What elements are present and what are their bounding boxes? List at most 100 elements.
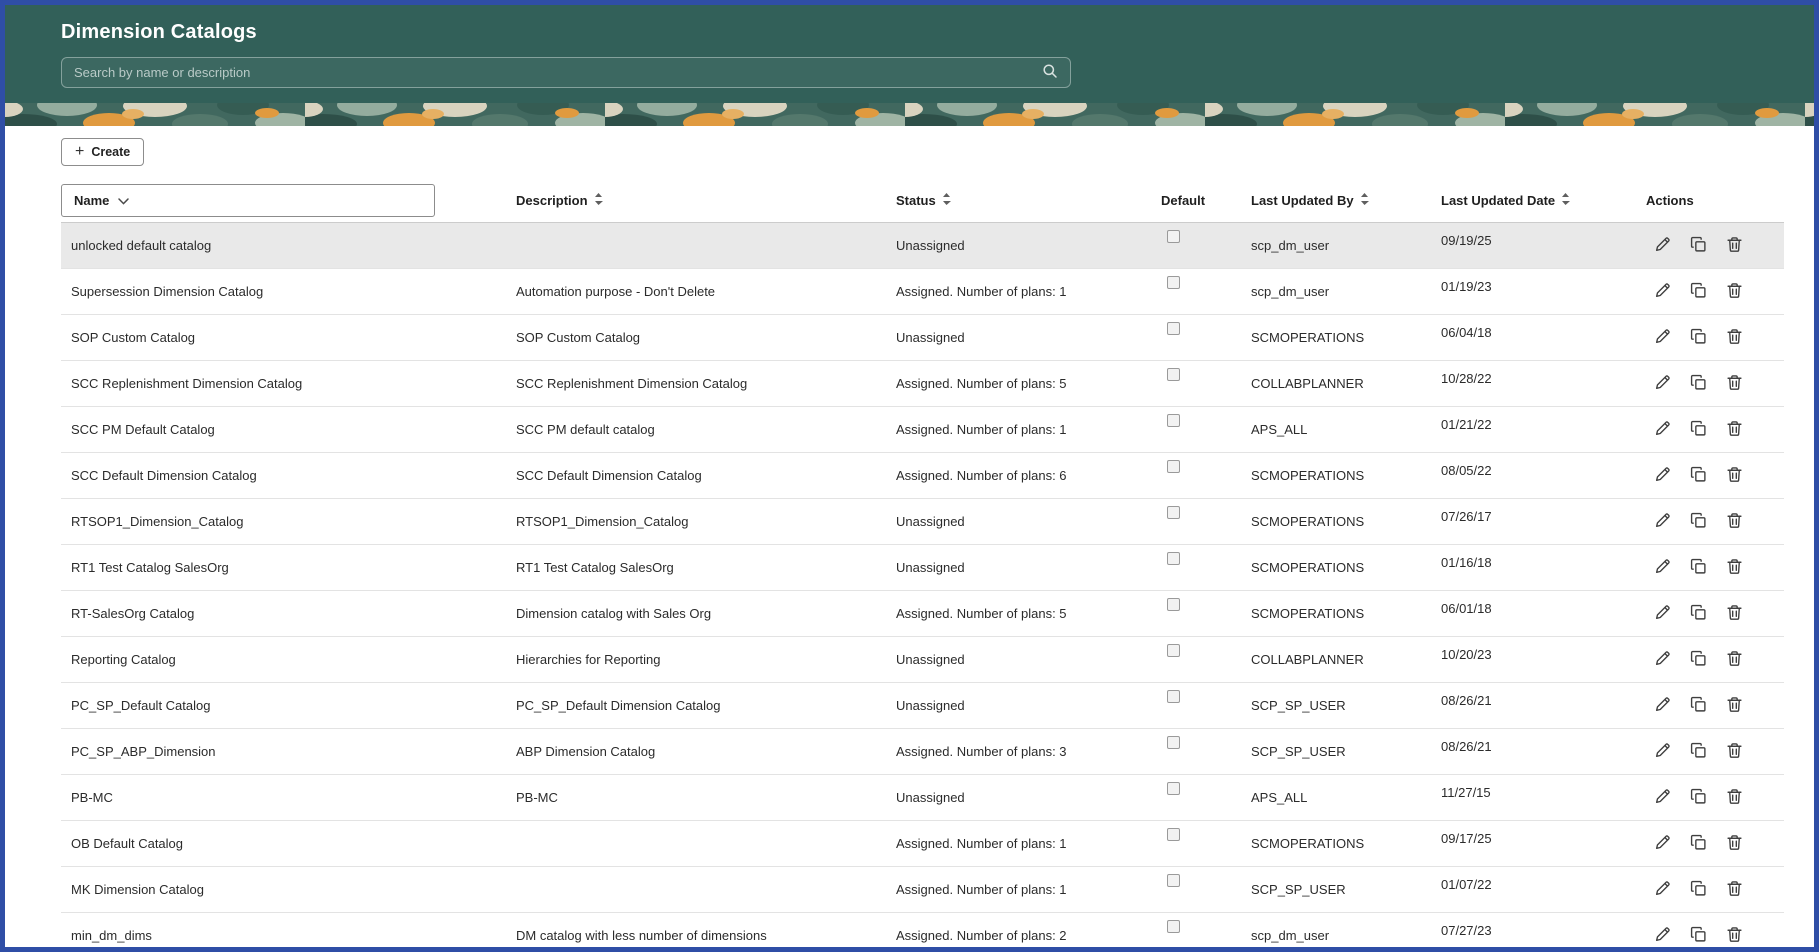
default-checkbox[interactable] — [1167, 414, 1180, 427]
edit-button[interactable] — [1652, 418, 1673, 442]
cell-actions — [1646, 418, 1784, 442]
column-header-name[interactable]: Name — [61, 184, 516, 217]
edit-button[interactable] — [1652, 556, 1673, 580]
table-row[interactable]: PB-MC PB-MC Unassigned APS_ALL 11/27/15 — [61, 775, 1784, 821]
table-row[interactable]: PC_SP_ABP_Dimension ABP Dimension Catalo… — [61, 729, 1784, 775]
table-row[interactable]: SCC Replenishment Dimension Catalog SCC … — [61, 361, 1784, 407]
edit-button[interactable] — [1652, 786, 1673, 810]
edit-button[interactable] — [1652, 234, 1673, 258]
delete-button[interactable] — [1724, 418, 1745, 442]
default-checkbox[interactable] — [1167, 506, 1180, 519]
duplicate-button[interactable] — [1688, 464, 1709, 488]
create-button[interactable]: + Create — [61, 138, 145, 166]
table-row[interactable]: unlocked default catalog Unassigned scp_… — [61, 223, 1784, 269]
default-checkbox[interactable] — [1167, 644, 1180, 657]
default-checkbox[interactable] — [1167, 322, 1180, 335]
duplicate-button[interactable] — [1688, 832, 1709, 856]
column-header-last-updated-by[interactable]: Last Updated By — [1251, 192, 1441, 209]
column-header-last-updated-date[interactable]: Last Updated Date — [1441, 192, 1646, 209]
edit-button[interactable] — [1652, 924, 1673, 948]
default-checkbox[interactable] — [1167, 368, 1180, 381]
edit-button[interactable] — [1652, 280, 1673, 304]
delete-button[interactable] — [1724, 510, 1745, 534]
delete-button[interactable] — [1724, 924, 1745, 948]
edit-button[interactable] — [1652, 832, 1673, 856]
default-checkbox[interactable] — [1167, 920, 1180, 933]
cell-last-updated-date: 10/28/22 — [1441, 371, 1492, 386]
table-row[interactable]: RT1 Test Catalog SalesOrg RT1 Test Catal… — [61, 545, 1784, 591]
table-row[interactable]: SOP Custom Catalog SOP Custom Catalog Un… — [61, 315, 1784, 361]
duplicate-button[interactable] — [1688, 510, 1709, 534]
duplicate-button[interactable] — [1688, 234, 1709, 258]
column-header-status[interactable]: Status — [896, 192, 1161, 209]
default-checkbox[interactable] — [1167, 460, 1180, 473]
delete-button[interactable] — [1724, 740, 1745, 764]
cell-description: PC_SP_Default Dimension Catalog — [516, 698, 721, 713]
delete-button[interactable] — [1724, 648, 1745, 672]
duplicate-button[interactable] — [1688, 280, 1709, 304]
search-icon — [1042, 63, 1058, 82]
table-row[interactable]: MK Dimension Catalog Assigned. Number of… — [61, 867, 1784, 913]
delete-button[interactable] — [1724, 786, 1745, 810]
default-checkbox[interactable] — [1167, 782, 1180, 795]
default-checkbox[interactable] — [1167, 690, 1180, 703]
duplicate-button[interactable] — [1688, 556, 1709, 580]
duplicate-button[interactable] — [1688, 602, 1709, 626]
table-row[interactable]: Supersession Dimension Catalog Automatio… — [61, 269, 1784, 315]
table-row[interactable]: PC_SP_Default Catalog PC_SP_Default Dime… — [61, 683, 1784, 729]
default-checkbox[interactable] — [1167, 736, 1180, 749]
cell-name: SOP Custom Catalog — [71, 330, 196, 345]
edit-button[interactable] — [1652, 694, 1673, 718]
default-checkbox[interactable] — [1167, 230, 1180, 243]
default-checkbox[interactable] — [1167, 828, 1180, 841]
table-row[interactable]: Reporting Catalog Hierarchies for Report… — [61, 637, 1784, 683]
delete-icon — [1726, 834, 1743, 854]
edit-button[interactable] — [1652, 510, 1673, 534]
duplicate-button[interactable] — [1688, 648, 1709, 672]
edit-button[interactable] — [1652, 602, 1673, 626]
table-row[interactable]: OB Default Catalog Assigned. Number of p… — [61, 821, 1784, 867]
delete-button[interactable] — [1724, 464, 1745, 488]
table-row[interactable]: min_dm_dims DM catalog with less number … — [61, 913, 1784, 948]
edit-button[interactable] — [1652, 464, 1673, 488]
table-row[interactable]: RT-SalesOrg Catalog Dimension catalog wi… — [61, 591, 1784, 637]
default-checkbox[interactable] — [1167, 276, 1180, 289]
edit-button[interactable] — [1652, 648, 1673, 672]
delete-button[interactable] — [1724, 878, 1745, 902]
table-row[interactable]: RTSOP1_Dimension_Catalog RTSOP1_Dimensio… — [61, 499, 1784, 545]
delete-button[interactable] — [1724, 832, 1745, 856]
cell-default — [1161, 913, 1251, 936]
table-row[interactable]: SCC PM Default Catalog SCC PM default ca… — [61, 407, 1784, 453]
duplicate-button[interactable] — [1688, 694, 1709, 718]
edit-button[interactable] — [1652, 372, 1673, 396]
delete-button[interactable] — [1724, 326, 1745, 350]
delete-button[interactable] — [1724, 556, 1745, 580]
search-input[interactable] — [62, 58, 1036, 87]
duplicate-button[interactable] — [1688, 878, 1709, 902]
duplicate-button[interactable] — [1688, 418, 1709, 442]
cell-last-updated-date: 09/17/25 — [1441, 831, 1492, 846]
name-header-box[interactable]: Name — [61, 184, 435, 217]
default-checkbox[interactable] — [1167, 874, 1180, 887]
default-checkbox[interactable] — [1167, 552, 1180, 565]
table-row[interactable]: SCC Default Dimension Catalog SCC Defaul… — [61, 453, 1784, 499]
column-header-description[interactable]: Description — [516, 192, 896, 209]
edit-button[interactable] — [1652, 326, 1673, 350]
duplicate-button[interactable] — [1688, 326, 1709, 350]
edit-button[interactable] — [1652, 740, 1673, 764]
edit-icon — [1654, 374, 1671, 394]
default-checkbox[interactable] — [1167, 598, 1180, 611]
search-button[interactable] — [1036, 63, 1070, 82]
duplicate-button[interactable] — [1688, 372, 1709, 396]
delete-button[interactable] — [1724, 234, 1745, 258]
duplicate-button[interactable] — [1688, 740, 1709, 764]
column-header-default: Default — [1161, 193, 1251, 208]
delete-button[interactable] — [1724, 280, 1745, 304]
cell-description: ABP Dimension Catalog — [516, 744, 656, 759]
delete-button[interactable] — [1724, 694, 1745, 718]
delete-button[interactable] — [1724, 602, 1745, 626]
edit-button[interactable] — [1652, 878, 1673, 902]
duplicate-button[interactable] — [1688, 786, 1709, 810]
duplicate-button[interactable] — [1688, 924, 1709, 948]
delete-button[interactable] — [1724, 372, 1745, 396]
